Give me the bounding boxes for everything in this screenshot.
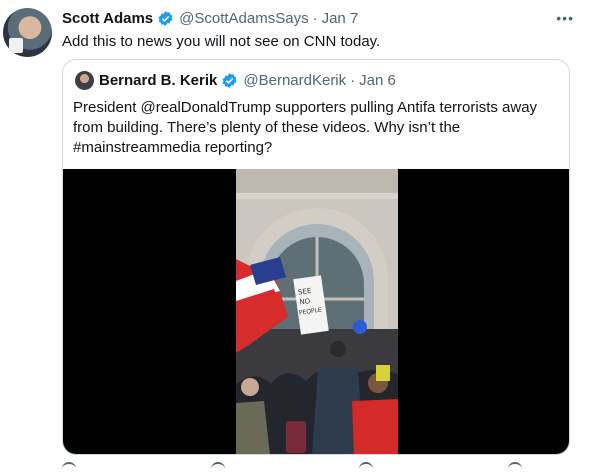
quoted-tweet-header: Bernard B. Kerik @BernardKerik · Jan 6 — [99, 72, 396, 89]
like-icon[interactable] — [359, 462, 374, 472]
avatar-mug — [9, 38, 23, 53]
verified-badge-icon — [158, 11, 173, 26]
quoted-author-avatar[interactable] — [75, 71, 94, 90]
quoted-tweet-card[interactable]: Bernard B. Kerik @BernardKerik · Jan 6 P… — [62, 59, 570, 455]
tweet-header: Scott Adams @ScottAdamsSays · Jan 7 — [62, 10, 358, 27]
tweet-date[interactable]: Jan 7 — [322, 10, 359, 27]
video-scene-image: SEE NO PEOPLE — [236, 169, 398, 454]
video-frame[interactable]: SEE NO PEOPLE — [236, 169, 398, 454]
quoted-author-handle[interactable]: @BernardKerik — [243, 72, 346, 89]
quoted-author-name[interactable]: Bernard B. Kerik — [99, 72, 217, 89]
author-avatar[interactable] — [3, 8, 52, 57]
author-handle[interactable]: @ScottAdamsSays — [179, 10, 308, 27]
quoted-tweet-text: President @realDonaldTrump supporters pu… — [73, 99, 538, 156]
author-name[interactable]: Scott Adams — [62, 10, 153, 27]
tweet-text: Add this to news you will not see on CNN… — [62, 33, 381, 50]
svg-text:NO: NO — [299, 297, 311, 306]
quoted-tweet-date[interactable]: Jan 6 — [359, 72, 396, 89]
video-player[interactable]: SEE NO PEOPLE — [63, 169, 569, 454]
separator-dot: · — [312, 10, 318, 27]
tweet-actions-bar — [62, 462, 522, 472]
verified-badge-icon — [222, 73, 237, 88]
separator-dot: · — [350, 72, 356, 89]
reply-icon[interactable] — [62, 462, 76, 472]
retweet-icon[interactable] — [210, 462, 225, 472]
more-options-icon[interactable]: ••• — [556, 10, 574, 26]
share-icon[interactable] — [507, 462, 522, 472]
